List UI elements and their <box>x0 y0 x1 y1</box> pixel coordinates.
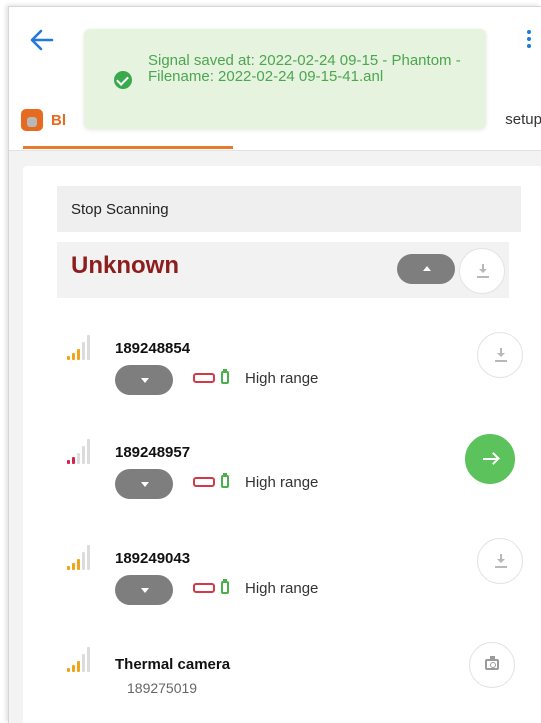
battery-icon <box>193 583 215 593</box>
toast-message: Signal saved at: 2022-02-24 09-15 - Phan… <box>148 52 461 85</box>
app-window: Bl setup Signal saved at: 2022-02-24 09-… <box>8 6 541 723</box>
back-button[interactable] <box>27 25 57 55</box>
success-toast: Signal saved at: 2022-02-24 09-15 - Phan… <box>84 29 486 129</box>
sensor-open-button[interactable] <box>465 434 515 484</box>
download-icon <box>495 348 507 362</box>
sensor-download-button[interactable] <box>477 538 523 584</box>
range-label: High range <box>245 370 319 387</box>
battery-icon <box>193 373 215 383</box>
sensor-panel: Stop Scanning Unknown 189248854 High ran… <box>23 166 541 723</box>
group-header: Unknown <box>57 242 509 298</box>
active-tab-indicator <box>23 146 233 149</box>
group-download-button[interactable] <box>459 248 505 294</box>
camera-title: Thermal camera <box>115 656 231 673</box>
download-icon <box>477 264 489 278</box>
plug-icon <box>221 369 229 384</box>
collapse-toggle-button[interactable] <box>397 254 455 284</box>
range-label: High range <box>245 580 319 597</box>
arrow-right-icon <box>483 458 497 460</box>
sensor-id: 189248854 <box>115 340 191 357</box>
signal-strength-icon <box>67 436 103 464</box>
download-icon <box>495 554 507 568</box>
signal-strength-icon <box>67 332 103 360</box>
camera-capture-button[interactable] <box>469 642 515 688</box>
overflow-menu-button[interactable] <box>522 27 536 53</box>
battery-icon <box>193 477 215 487</box>
dot-icon <box>527 37 531 41</box>
sensor-id: 189249043 <box>115 550 191 567</box>
tab-ble-label: Bl <box>51 111 66 129</box>
sensor-id: 189248957 <box>115 444 191 461</box>
signal-strength-icon <box>67 542 103 570</box>
sensor-download-button[interactable] <box>477 332 523 378</box>
group-title: Unknown <box>71 252 179 279</box>
tab-setup[interactable]: setup <box>505 111 541 128</box>
tab-ble[interactable]: Bl <box>21 105 66 135</box>
plug-icon <box>221 579 229 594</box>
expand-toggle-button[interactable] <box>115 469 173 499</box>
dot-icon <box>527 44 531 48</box>
camera-icon <box>485 656 499 670</box>
stop-scanning-label: Stop Scanning <box>71 201 169 218</box>
dot-icon <box>527 30 531 34</box>
camera-id: 189275019 <box>127 680 198 696</box>
ble-device-icon <box>21 109 43 131</box>
range-label: High range <box>245 474 319 491</box>
expand-toggle-button[interactable] <box>115 365 173 395</box>
check-circle-icon <box>114 71 132 89</box>
expand-toggle-button[interactable] <box>115 575 173 605</box>
signal-strength-icon <box>67 644 103 672</box>
plug-icon <box>221 473 229 488</box>
arrow-left-icon <box>30 29 54 51</box>
stop-scanning-button[interactable]: Stop Scanning <box>57 186 521 232</box>
